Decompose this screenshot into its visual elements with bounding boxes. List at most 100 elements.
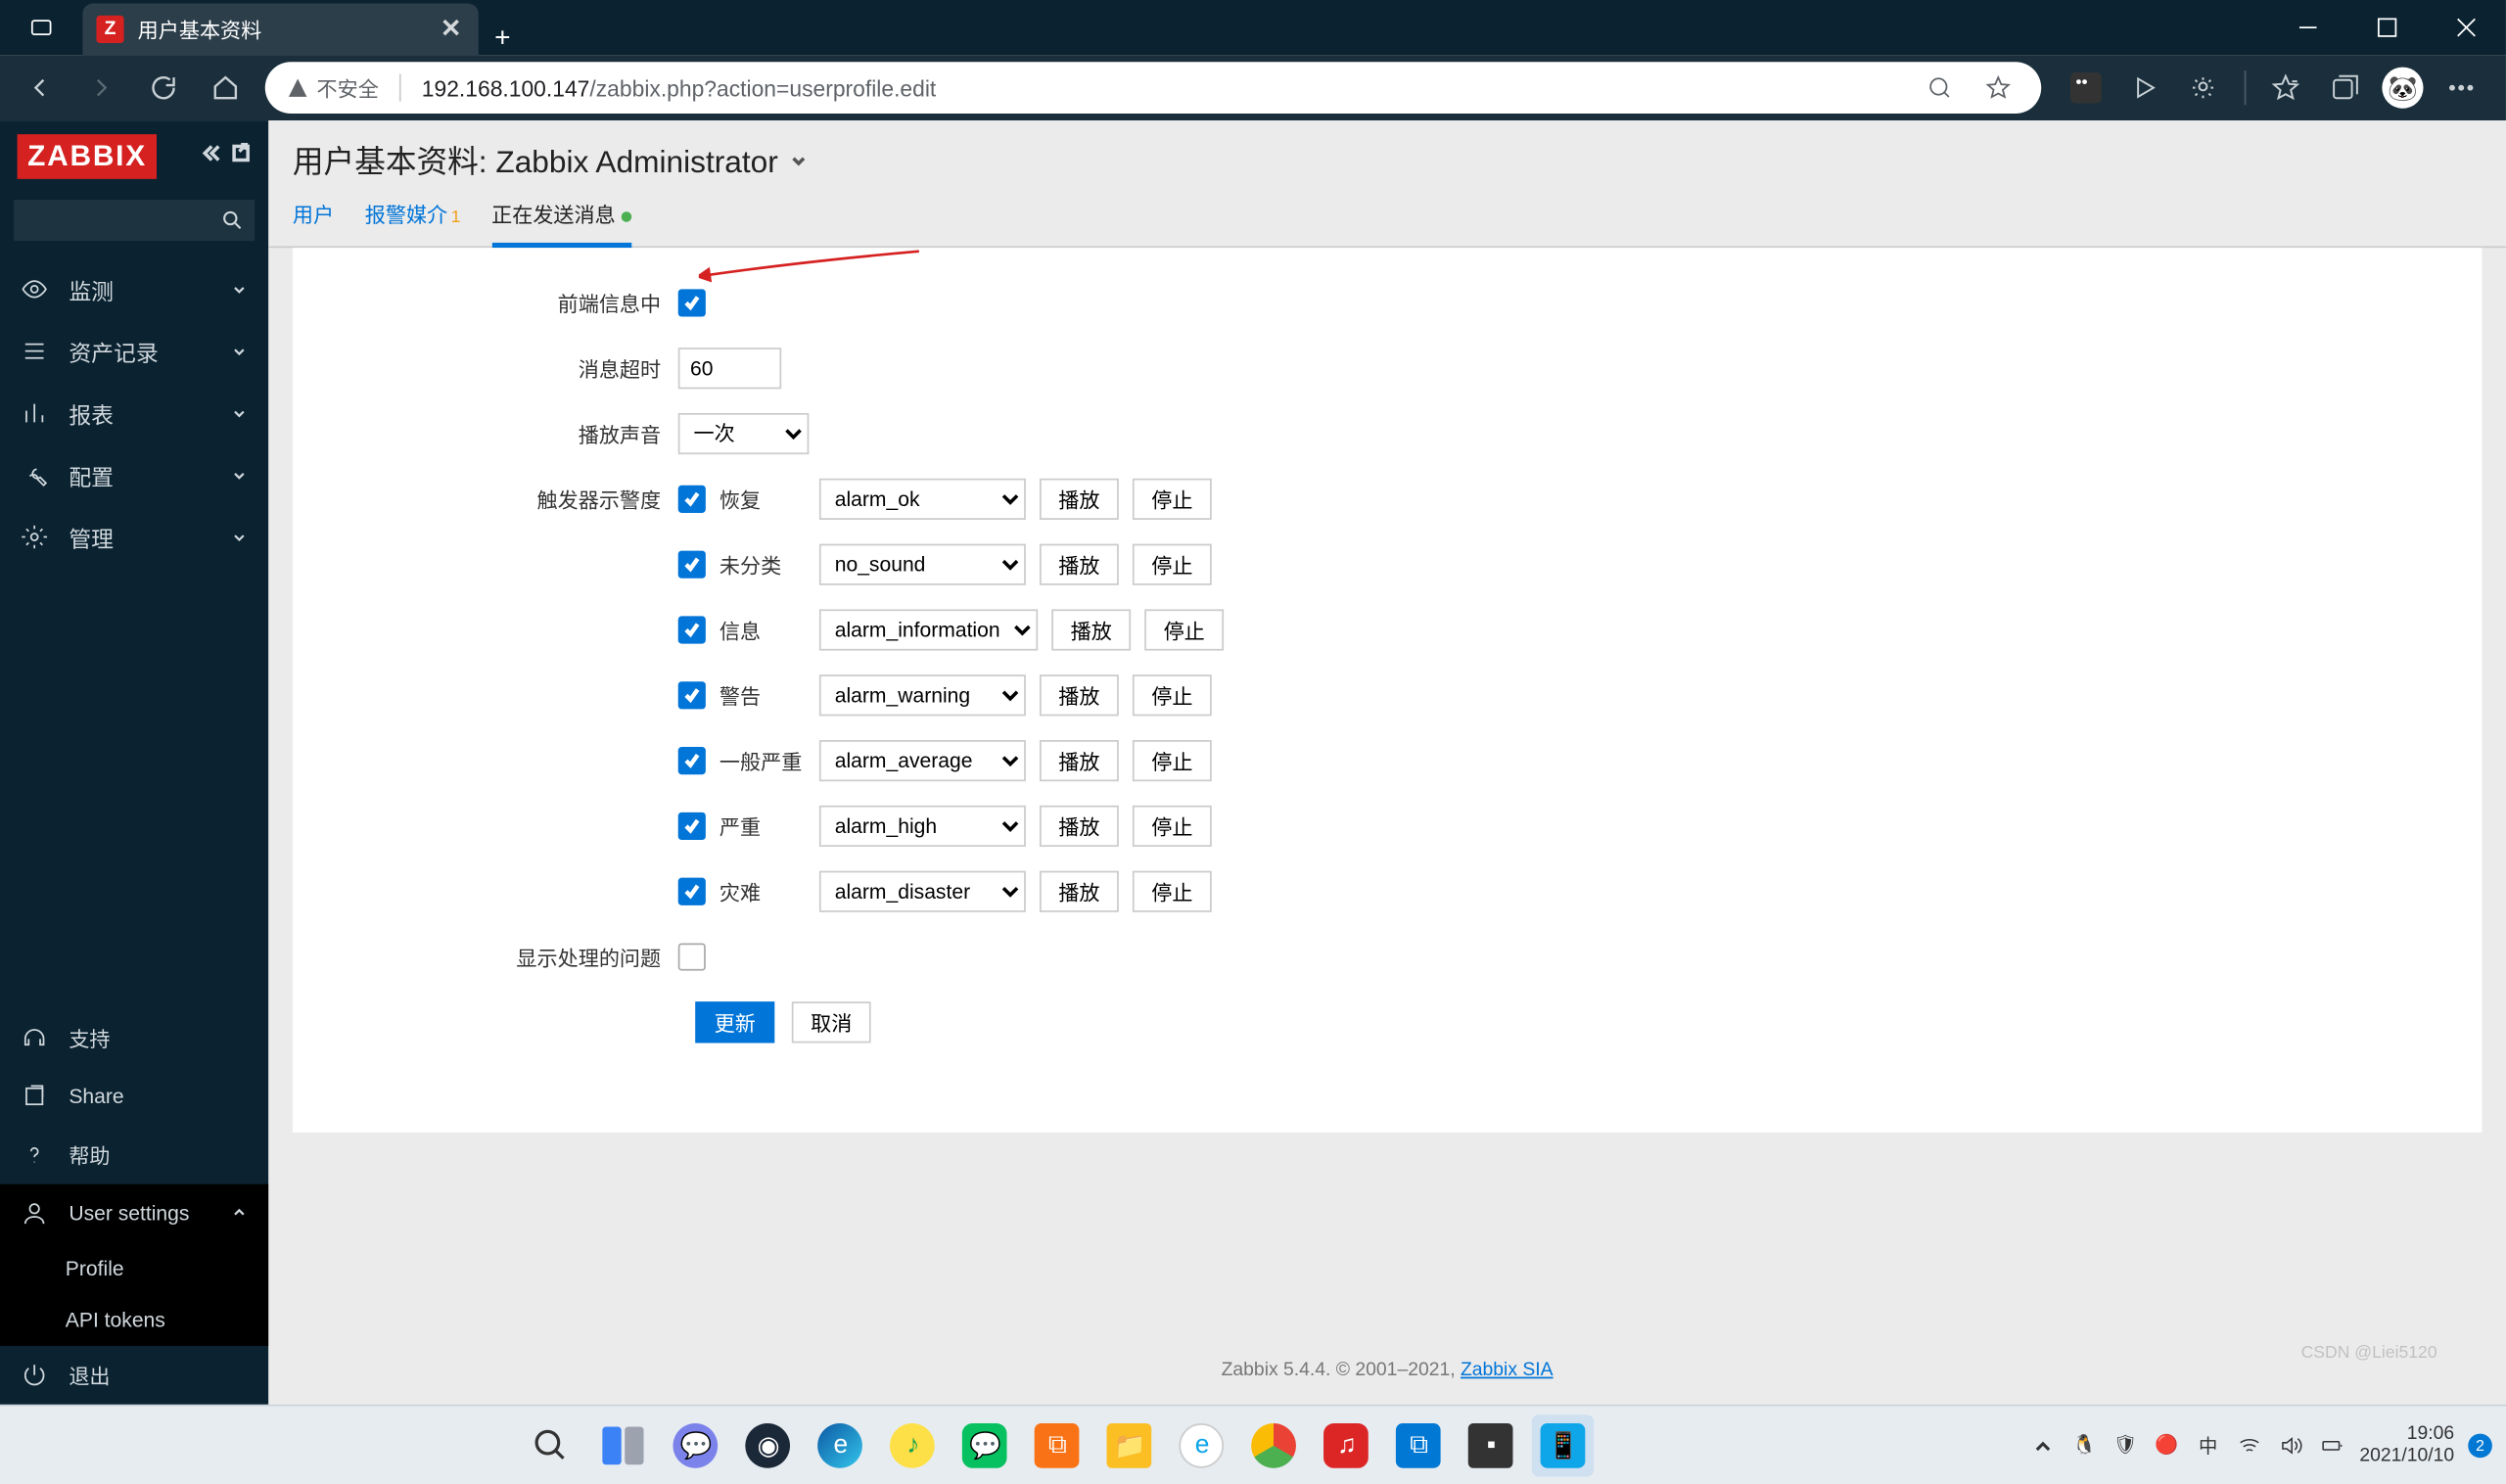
play-button[interactable]: 播放 <box>1040 674 1119 716</box>
cancel-button[interactable]: 取消 <box>792 1001 871 1043</box>
app-steam[interactable]: ◉ <box>737 1414 799 1475</box>
extension-icon[interactable]: •• <box>2059 61 2113 116</box>
tray-chevron-icon[interactable] <box>2029 1431 2057 1459</box>
tab-actions-btn[interactable] <box>0 0 82 55</box>
sidebar-profile[interactable]: Profile <box>0 1242 268 1294</box>
suppressed-checkbox[interactable] <box>678 943 706 970</box>
sidebar-item-admin[interactable]: 管理 <box>0 506 268 568</box>
start-button[interactable] <box>448 1414 510 1475</box>
app-vm[interactable]: ⧉ <box>1027 1414 1089 1475</box>
tray-wifi-icon[interactable] <box>2236 1431 2263 1459</box>
app-phonelink[interactable]: 📱 <box>1533 1414 1595 1475</box>
severity-checkbox[interactable] <box>678 551 706 579</box>
extension-icon[interactable] <box>2117 61 2172 116</box>
stop-button[interactable]: 停止 <box>1133 740 1212 781</box>
tab-media[interactable]: 报警媒介1 <box>365 200 461 246</box>
play-button[interactable]: 播放 <box>1051 609 1131 650</box>
app-ie[interactable]: e <box>1171 1414 1232 1475</box>
stop-button[interactable]: 停止 <box>1133 871 1212 912</box>
sidebar-logout[interactable]: 退出 <box>0 1346 268 1405</box>
reload-button[interactable] <box>134 59 193 117</box>
severity-sound-select[interactable]: alarm_average <box>819 740 1026 781</box>
tray-clock[interactable]: 19:06 2021/10/10 <box>2359 1423 2454 1466</box>
severity-sound-select[interactable]: alarm_information <box>819 609 1038 650</box>
favorites-icon[interactable] <box>2258 61 2313 116</box>
play-button[interactable]: 播放 <box>1040 544 1119 585</box>
stop-button[interactable]: 停止 <box>1133 674 1212 716</box>
tray-ime[interactable]: 中 <box>2195 1431 2222 1459</box>
severity-sound-select[interactable]: alarm_disaster <box>819 871 1026 912</box>
browser-tab[interactable]: Z 用户基本资料 <box>82 4 478 56</box>
zoom-icon[interactable] <box>1918 74 1963 102</box>
severity-sound-select[interactable]: alarm_warning <box>819 674 1026 716</box>
sidebar-item-config[interactable]: 配置 <box>0 444 268 506</box>
update-button[interactable]: 更新 <box>695 1001 774 1043</box>
minimize-button[interactable] <box>2268 0 2347 55</box>
profile-avatar[interactable]: 🐼 <box>2375 61 2430 116</box>
sidebar-help[interactable]: 帮助 <box>0 1126 268 1184</box>
tab-messaging[interactable]: 正在发送消息 <box>491 200 630 248</box>
forward-button[interactable] <box>72 59 131 117</box>
zabbix-logo[interactable]: ZABBIX <box>18 134 158 179</box>
favorite-icon[interactable] <box>1975 74 2020 102</box>
collections-icon[interactable] <box>2317 61 2372 116</box>
stop-button[interactable]: 停止 <box>1133 806 1212 847</box>
sidebar-item-inventory[interactable]: 资产记录 <box>0 320 268 382</box>
severity-checkbox[interactable] <box>678 616 706 643</box>
frontend-messaging-checkbox[interactable] <box>678 289 706 316</box>
chat-button[interactable]: 💬 <box>665 1414 726 1475</box>
app-terminal[interactable]: ▪ <box>1461 1414 1522 1475</box>
home-button[interactable] <box>196 59 255 117</box>
notification-badge[interactable]: 2 <box>2468 1433 2492 1458</box>
play-button[interactable]: 播放 <box>1040 871 1119 912</box>
tray-qq-icon[interactable]: 🐧 <box>2070 1431 2098 1459</box>
severity-checkbox[interactable] <box>678 878 706 905</box>
play-button[interactable]: 播放 <box>1040 740 1119 781</box>
search-input[interactable] <box>14 200 255 241</box>
app-netease[interactable]: ♫ <box>1316 1414 1377 1475</box>
maximize-button[interactable] <box>2347 0 2427 55</box>
stop-button[interactable]: 停止 <box>1144 609 1224 650</box>
app-vscode[interactable]: ⧉ <box>1388 1414 1450 1475</box>
tray-volume-icon[interactable] <box>2277 1431 2304 1459</box>
severity-checkbox[interactable] <box>678 812 706 840</box>
sidebar-share[interactable]: Share <box>0 1067 268 1126</box>
collapse-sidebar-icon[interactable] <box>200 141 220 172</box>
severity-sound-select[interactable]: alarm_high <box>819 806 1026 847</box>
close-tab-icon[interactable] <box>441 17 461 42</box>
taskview-button[interactable] <box>593 1414 655 1475</box>
sound-select[interactable]: 一次 <box>678 413 810 454</box>
system-tray[interactable]: 🐧 🛡 🔴 中 19:06 2021/10/10 2 <box>2029 1423 2492 1466</box>
footer-link[interactable]: Zabbix SIA <box>1461 1360 1554 1380</box>
timeout-input[interactable] <box>678 348 781 389</box>
sidebar-search[interactable] <box>14 200 255 241</box>
app-explorer[interactable]: 📁 <box>1099 1414 1161 1475</box>
severity-sound-select[interactable]: no_sound <box>819 544 1026 585</box>
tab-user[interactable]: 用户 <box>293 200 334 246</box>
stop-button[interactable]: 停止 <box>1133 479 1212 520</box>
tray-security-icon[interactable]: 🛡 <box>2112 1431 2139 1459</box>
stop-button[interactable]: 停止 <box>1133 544 1212 585</box>
severity-checkbox[interactable] <box>678 747 706 774</box>
extensions-icon[interactable] <box>2175 61 2230 116</box>
tray-app-icon[interactable]: 🔴 <box>2153 1431 2180 1459</box>
popout-icon[interactable] <box>231 141 252 172</box>
play-button[interactable]: 播放 <box>1040 479 1119 520</box>
new-tab-button[interactable]: + <box>479 24 527 56</box>
back-button[interactable] <box>11 59 70 117</box>
search-button[interactable] <box>521 1414 582 1475</box>
address-bar[interactable]: 不安全 192.168.100.147/zabbix.php?action=us… <box>265 62 2041 114</box>
app-edge[interactable]: e <box>810 1414 871 1475</box>
sidebar-item-monitoring[interactable]: 监测 <box>0 258 268 320</box>
tray-battery-icon[interactable] <box>2318 1431 2345 1459</box>
sidebar-user-settings[interactable]: User settings <box>0 1184 268 1243</box>
play-button[interactable]: 播放 <box>1040 806 1119 847</box>
close-button[interactable] <box>2427 0 2506 55</box>
app-chrome[interactable] <box>1243 1414 1305 1475</box>
severity-sound-select[interactable]: alarm_ok <box>819 479 1026 520</box>
severity-checkbox[interactable] <box>678 681 706 709</box>
sidebar-api-tokens[interactable]: API tokens <box>0 1294 268 1346</box>
sidebar-support[interactable]: 支持 <box>0 1008 268 1067</box>
severity-checkbox[interactable] <box>678 486 706 513</box>
chevron-down-icon[interactable] <box>788 150 809 170</box>
